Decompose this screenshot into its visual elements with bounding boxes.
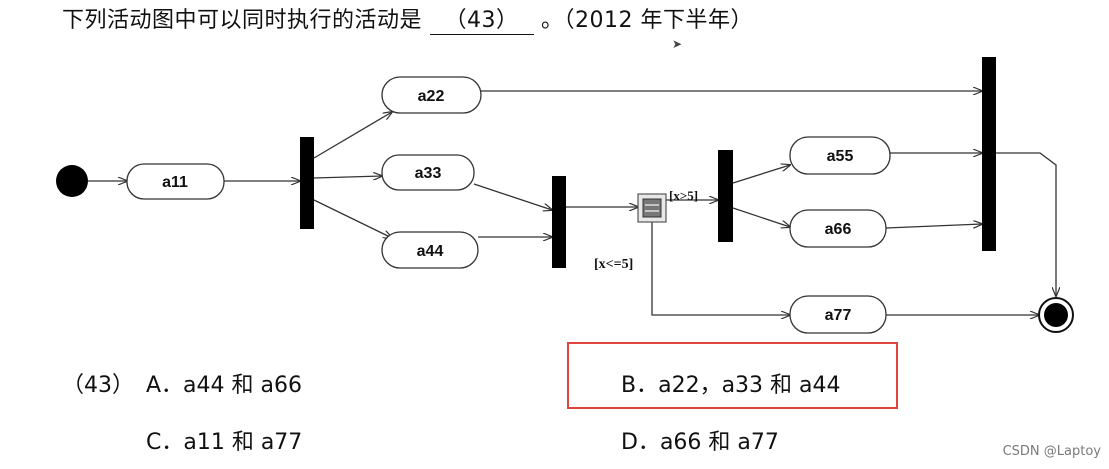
activity-label-a11: a11: [162, 174, 188, 191]
final-node: [1038, 297, 1074, 333]
initial-node: [56, 165, 88, 197]
watermark: CSDN @Laptoy: [1002, 444, 1101, 459]
activity-label-a55: a55: [827, 148, 854, 165]
option-c[interactable]: C．a11 和 a77: [146, 424, 302, 456]
activity-label-a66: a66: [825, 221, 852, 238]
guard-upper: [x>5]: [669, 188, 698, 203]
activity-label-a77: a77: [825, 307, 852, 324]
question-number: （43）: [62, 373, 134, 398]
fork-bar-1: [300, 137, 314, 229]
fork-bar-2: [718, 150, 733, 242]
option-d[interactable]: D．a66 和 a77: [621, 424, 779, 456]
activity-label-a22: a22: [418, 88, 445, 105]
activity-label-a44: a44: [417, 243, 444, 260]
guard-lower: [x<=5]: [594, 257, 633, 272]
join-bar-1: [552, 176, 566, 268]
option-b[interactable]: B．a22，a33 和 a44: [621, 367, 841, 399]
join-bar-final: [982, 57, 996, 251]
activity-label-a33: a33: [415, 165, 442, 182]
decision-node: [637, 193, 667, 223]
option-a[interactable]: A．a44 和 a66: [146, 367, 302, 399]
